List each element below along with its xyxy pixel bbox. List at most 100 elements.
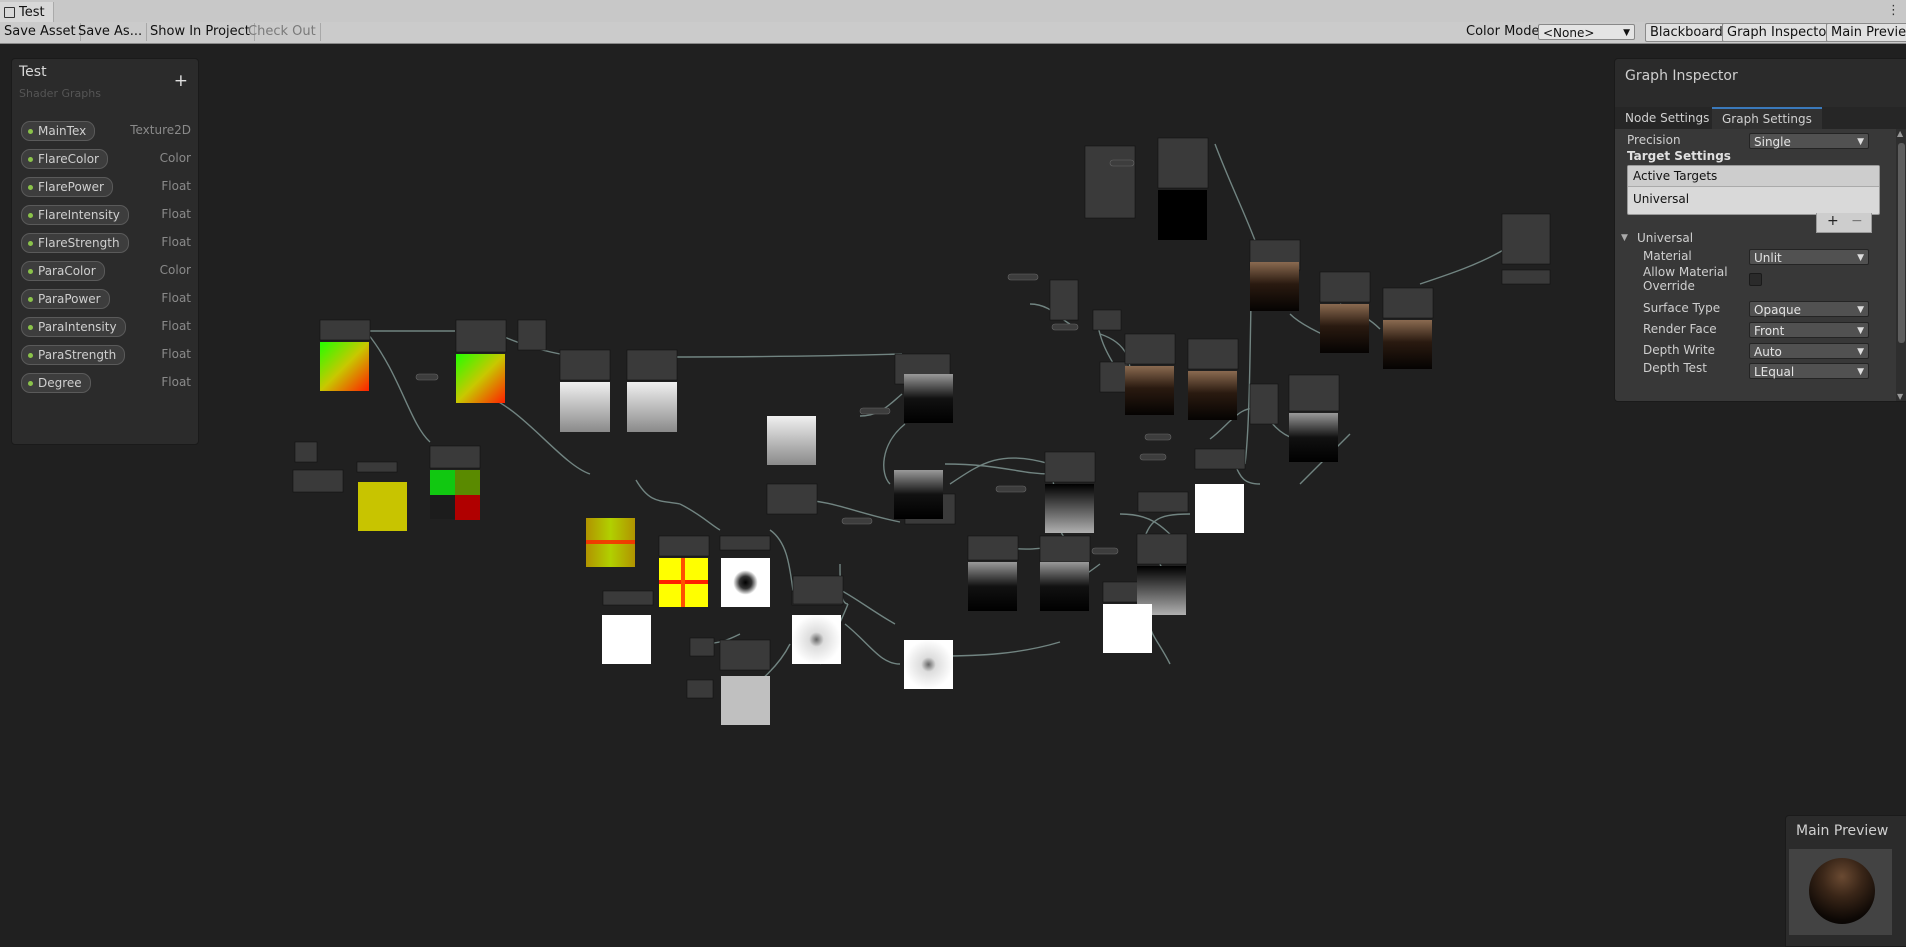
color-mode-label: Color Mode bbox=[1466, 24, 1540, 39]
depth-write-dropdown[interactable]: Auto ▼ bbox=[1749, 343, 1869, 359]
surface-type-dropdown[interactable]: Opaque ▼ bbox=[1749, 301, 1869, 317]
depth-test-dropdown[interactable]: LEqual ▼ bbox=[1749, 363, 1869, 379]
property-dot-icon bbox=[28, 269, 33, 274]
window-menu-icon[interactable]: ⋮ bbox=[1887, 3, 1900, 18]
check-out-button[interactable]: Check Out bbox=[244, 23, 321, 41]
surface-type-label: Surface Type bbox=[1643, 301, 1721, 315]
material-dropdown[interactable]: Unlit ▼ bbox=[1749, 249, 1869, 265]
property-pill[interactable]: FlarePower bbox=[21, 177, 113, 197]
property-dot-icon bbox=[28, 129, 33, 134]
window-tab[interactable]: Test bbox=[0, 2, 54, 22]
property-type: Float bbox=[161, 375, 191, 389]
property-row[interactable]: FlareStrength Float bbox=[21, 233, 191, 253]
property-pill[interactable]: ParaPower bbox=[21, 289, 110, 309]
main-preview-panel: Main Preview bbox=[1785, 815, 1906, 947]
save-as-button[interactable]: Save As... bbox=[74, 23, 148, 41]
property-dot-icon bbox=[28, 325, 33, 330]
scroll-down-icon[interactable]: ▼ bbox=[1897, 392, 1903, 401]
property-row[interactable]: ParaStrength Float bbox=[21, 345, 191, 365]
inspector-scrollbar[interactable]: ▲ ▼ bbox=[1896, 129, 1906, 401]
property-pill[interactable]: Degree bbox=[21, 373, 91, 393]
property-row[interactable]: FlarePower Float bbox=[21, 177, 191, 197]
precision-dropdown[interactable]: Single ▼ bbox=[1749, 133, 1869, 149]
main-preview-title: Main Preview bbox=[1796, 823, 1889, 839]
property-name: ParaStrength bbox=[38, 348, 117, 362]
chevron-down-icon: ▼ bbox=[1623, 28, 1630, 38]
chevron-down-icon: ▼ bbox=[1857, 326, 1864, 336]
property-name: FlareColor bbox=[38, 152, 99, 166]
add-property-button[interactable]: + bbox=[174, 71, 188, 91]
property-name: MainTex bbox=[38, 124, 87, 138]
main-preview-toggle-button[interactable]: Main Preview bbox=[1826, 23, 1906, 42]
property-dot-icon bbox=[28, 241, 33, 246]
property-pill[interactable]: ParaStrength bbox=[21, 345, 126, 365]
color-mode-dropdown[interactable]: <None> ▼ bbox=[1538, 24, 1635, 40]
property-type: Float bbox=[161, 319, 191, 333]
property-dot-icon bbox=[28, 297, 33, 302]
color-mode-value: <None> bbox=[1543, 26, 1595, 40]
property-row[interactable]: MainTex Texture2D bbox=[21, 121, 191, 141]
preview-sphere bbox=[1809, 858, 1875, 924]
property-pill[interactable]: FlareIntensity bbox=[21, 205, 129, 225]
tab-graph-settings[interactable]: Graph Settings bbox=[1712, 107, 1822, 129]
property-pill[interactable]: ParaIntensity bbox=[21, 317, 126, 337]
universal-section-header[interactable]: Universal bbox=[1637, 231, 1693, 245]
property-name: Degree bbox=[38, 376, 82, 390]
property-name: FlareStrength bbox=[38, 236, 120, 250]
render-face-label: Render Face bbox=[1643, 322, 1717, 336]
depth-test-label: Depth Test bbox=[1643, 361, 1707, 375]
property-type: Float bbox=[161, 179, 191, 193]
inspector-body: Precision Single ▼ Target Settings Active… bbox=[1615, 129, 1896, 401]
blackboard-panel: Test Shader Graphs + MainTex Texture2D F… bbox=[11, 58, 199, 445]
allow-material-override-checkbox[interactable] bbox=[1749, 273, 1762, 286]
chevron-down-icon: ▼ bbox=[1857, 137, 1864, 147]
property-pill[interactable]: MainTex bbox=[21, 121, 96, 141]
depth-write-label: Depth Write bbox=[1643, 343, 1716, 357]
active-targets-header: Active Targets bbox=[1628, 166, 1879, 187]
add-target-button[interactable]: + bbox=[1827, 213, 1839, 229]
surface-type-value: Opaque bbox=[1754, 303, 1802, 317]
chevron-down-icon: ▼ bbox=[1857, 253, 1864, 263]
property-row[interactable]: ParaColor Color bbox=[21, 261, 191, 281]
depth-write-value: Auto bbox=[1754, 345, 1782, 359]
property-pill[interactable]: FlareStrength bbox=[21, 233, 129, 253]
render-face-dropdown[interactable]: Front ▼ bbox=[1749, 322, 1869, 338]
chevron-down-icon[interactable]: ▼ bbox=[1621, 233, 1628, 243]
chevron-down-icon: ▼ bbox=[1857, 367, 1864, 377]
render-face-value: Front bbox=[1754, 324, 1785, 338]
property-name: FlarePower bbox=[38, 180, 104, 194]
property-type: Float bbox=[161, 207, 191, 221]
property-row[interactable]: ParaIntensity Float bbox=[21, 317, 191, 337]
depth-test-value: LEqual bbox=[1754, 365, 1795, 379]
shader-graph-icon bbox=[4, 6, 15, 18]
blackboard-subtitle: Shader Graphs bbox=[19, 87, 101, 100]
preview-viewport[interactable] bbox=[1789, 849, 1892, 935]
graph-inspector-toggle-button[interactable]: Graph Inspector bbox=[1722, 23, 1837, 42]
toolbar: Save Asset Save As... Show In Project Ch… bbox=[0, 22, 1906, 44]
property-pill[interactable]: FlareColor bbox=[21, 149, 108, 169]
property-row[interactable]: Degree Float bbox=[21, 373, 191, 393]
tab-node-settings[interactable]: Node Settings bbox=[1615, 107, 1719, 129]
property-dot-icon bbox=[28, 157, 33, 162]
property-name: ParaIntensity bbox=[38, 320, 117, 334]
property-row[interactable]: ParaPower Float bbox=[21, 289, 191, 309]
property-type: Texture2D bbox=[130, 123, 191, 137]
scrollbar-thumb[interactable] bbox=[1898, 143, 1905, 343]
save-asset-button[interactable]: Save Asset bbox=[0, 23, 81, 41]
show-in-project-button[interactable]: Show In Project bbox=[146, 23, 255, 41]
target-item-universal[interactable]: Universal bbox=[1633, 192, 1689, 206]
property-name: ParaColor bbox=[38, 264, 96, 278]
window-tab-title: Test bbox=[19, 4, 45, 20]
property-pill[interactable]: ParaColor bbox=[21, 261, 105, 281]
chevron-down-icon: ▼ bbox=[1857, 347, 1864, 357]
property-row[interactable]: FlareIntensity Float bbox=[21, 205, 191, 225]
graph-inspector-panel: Graph Inspector Node Settings Graph Sett… bbox=[1614, 58, 1906, 402]
property-dot-icon bbox=[28, 381, 33, 386]
property-row[interactable]: FlareColor Color bbox=[21, 149, 191, 169]
remove-target-button[interactable]: − bbox=[1851, 213, 1863, 229]
property-name: FlareIntensity bbox=[38, 208, 120, 222]
window-title-bar: Test ⋮ bbox=[0, 0, 1906, 23]
property-dot-icon bbox=[28, 353, 33, 358]
scroll-up-icon[interactable]: ▲ bbox=[1897, 129, 1903, 138]
blackboard-toggle-button[interactable]: Blackboard bbox=[1645, 23, 1728, 42]
